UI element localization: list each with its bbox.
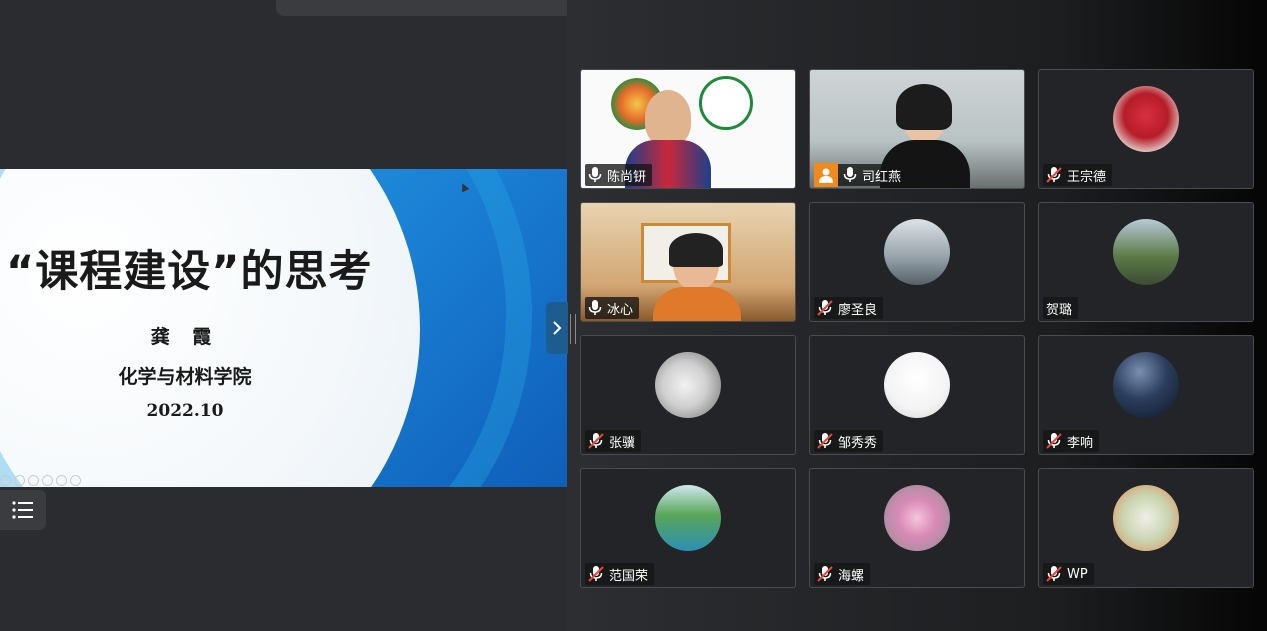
participant-nameplate: 陈尚钘 — [585, 164, 653, 186]
participant-name: 李响 — [1067, 435, 1094, 451]
participant-tile[interactable]: 李响 — [1038, 335, 1254, 455]
participant-avatar — [884, 219, 950, 285]
microphone-icon — [588, 300, 602, 316]
participant-avatar — [884, 352, 950, 418]
participant-tile[interactable]: 海螺 — [809, 468, 1025, 588]
participant-name: 贺璐 — [1046, 302, 1073, 318]
participant-nameplate: 范国荣 — [585, 563, 655, 585]
presentation-slide: “课程建设”的思考 龚 霞 化学与材料学院 2022.10 — [0, 169, 567, 487]
participant-body — [653, 287, 741, 321]
top-toolbar[interactable] — [276, 0, 599, 16]
participant-avatar — [655, 352, 721, 418]
pen-icon[interactable] — [28, 475, 39, 486]
microphone-icon — [588, 167, 602, 183]
participant-tile[interactable]: 陈尚钘 — [580, 69, 796, 189]
participant-name: 范国荣 — [609, 568, 649, 584]
participant-nameplate: 廖圣良 — [814, 297, 884, 319]
participant-avatar — [1113, 86, 1179, 152]
presenter-figure — [645, 90, 691, 146]
participant-avatar — [1113, 219, 1179, 285]
participant-nameplate: 王宗德 — [1043, 164, 1113, 186]
logo-right — [699, 76, 753, 130]
microphone-muted-icon — [588, 433, 604, 449]
participant-name: WP — [1067, 566, 1088, 582]
next-slide-icon[interactable] — [14, 475, 25, 486]
participant-tile[interactable]: 王宗德 — [1038, 69, 1254, 189]
grid-icon[interactable] — [42, 475, 53, 486]
participant-list-button[interactable] — [0, 490, 46, 530]
microphone-muted-icon — [817, 433, 833, 449]
participant-nameplate: 李响 — [1043, 430, 1100, 452]
slide-author: 龚 霞 — [150, 326, 220, 348]
participant-tile[interactable]: 邹秀秀 — [809, 335, 1025, 455]
prev-slide-icon[interactable] — [0, 475, 11, 486]
microphone-muted-icon — [1046, 433, 1062, 449]
slide-title: “课程建设”的思考 — [6, 247, 373, 297]
participant-name: 廖圣良 — [838, 302, 878, 318]
participant-tile[interactable]: 范国荣 — [580, 468, 796, 588]
microphone-muted-icon — [1046, 167, 1062, 183]
slide-date: 2022.10 — [146, 401, 224, 421]
participant-nameplate: 邹秀秀 — [814, 430, 884, 452]
microphone-muted-icon — [817, 300, 833, 316]
participant-avatar — [1113, 352, 1179, 418]
list-icon — [12, 501, 33, 519]
participant-name: 冰心 — [607, 302, 634, 318]
participant-tile[interactable]: 廖圣良 — [809, 202, 1025, 322]
microphone-muted-icon — [588, 566, 604, 582]
collapse-gallery-button[interactable] — [546, 302, 568, 354]
participant-name: 陈尚钘 — [607, 169, 647, 185]
participant-hair — [669, 233, 723, 267]
participant-nameplate: 司红燕 — [814, 163, 908, 187]
participant-nameplate: 冰心 — [585, 297, 640, 319]
participant-tile[interactable]: WP — [1038, 468, 1254, 588]
panel-resize-handle[interactable] — [570, 314, 576, 344]
participant-nameplate: 贺璐 — [1043, 297, 1079, 319]
microphone-muted-icon — [1046, 566, 1062, 582]
participant-avatar — [884, 485, 950, 551]
more-icon[interactable] — [70, 475, 81, 486]
slide-playback-controls[interactable] — [0, 475, 81, 486]
participant-avatar — [1113, 485, 1179, 551]
participant-avatar — [655, 485, 721, 551]
participant-name: 王宗德 — [1067, 169, 1107, 185]
participant-nameplate: 张骥 — [585, 430, 642, 452]
slide-school: 化学与材料学院 — [118, 366, 252, 388]
participant-tile[interactable]: 张骥 — [580, 335, 796, 455]
participant-tile[interactable]: 司红燕 — [809, 69, 1025, 189]
zoom-icon[interactable] — [56, 475, 67, 486]
participant-name: 邹秀秀 — [838, 435, 878, 451]
participant-name: 海螺 — [838, 568, 865, 584]
participant-name: 司红燕 — [862, 169, 902, 185]
chevron-right-icon — [553, 321, 562, 335]
person-icon — [814, 163, 838, 187]
participant-hair — [896, 84, 952, 130]
video-gallery: 陈尚钘 司红燕 王宗德冰心 廖圣良 贺璐张骥 邹秀秀 李响范国荣 海螺 WP — [567, 0, 1267, 631]
microphone-icon — [843, 167, 857, 183]
participant-tile[interactable]: 贺璐 — [1038, 202, 1254, 322]
microphone-muted-icon — [817, 566, 833, 582]
participant-name: 张骥 — [609, 435, 636, 451]
participant-nameplate: WP — [1043, 563, 1094, 585]
participant-tile[interactable]: 冰心 — [580, 202, 796, 322]
participant-nameplate: 海螺 — [814, 563, 871, 585]
shared-screen-area: “课程建设”的思考 龚 霞 化学与材料学院 2022.10 — [0, 0, 567, 631]
